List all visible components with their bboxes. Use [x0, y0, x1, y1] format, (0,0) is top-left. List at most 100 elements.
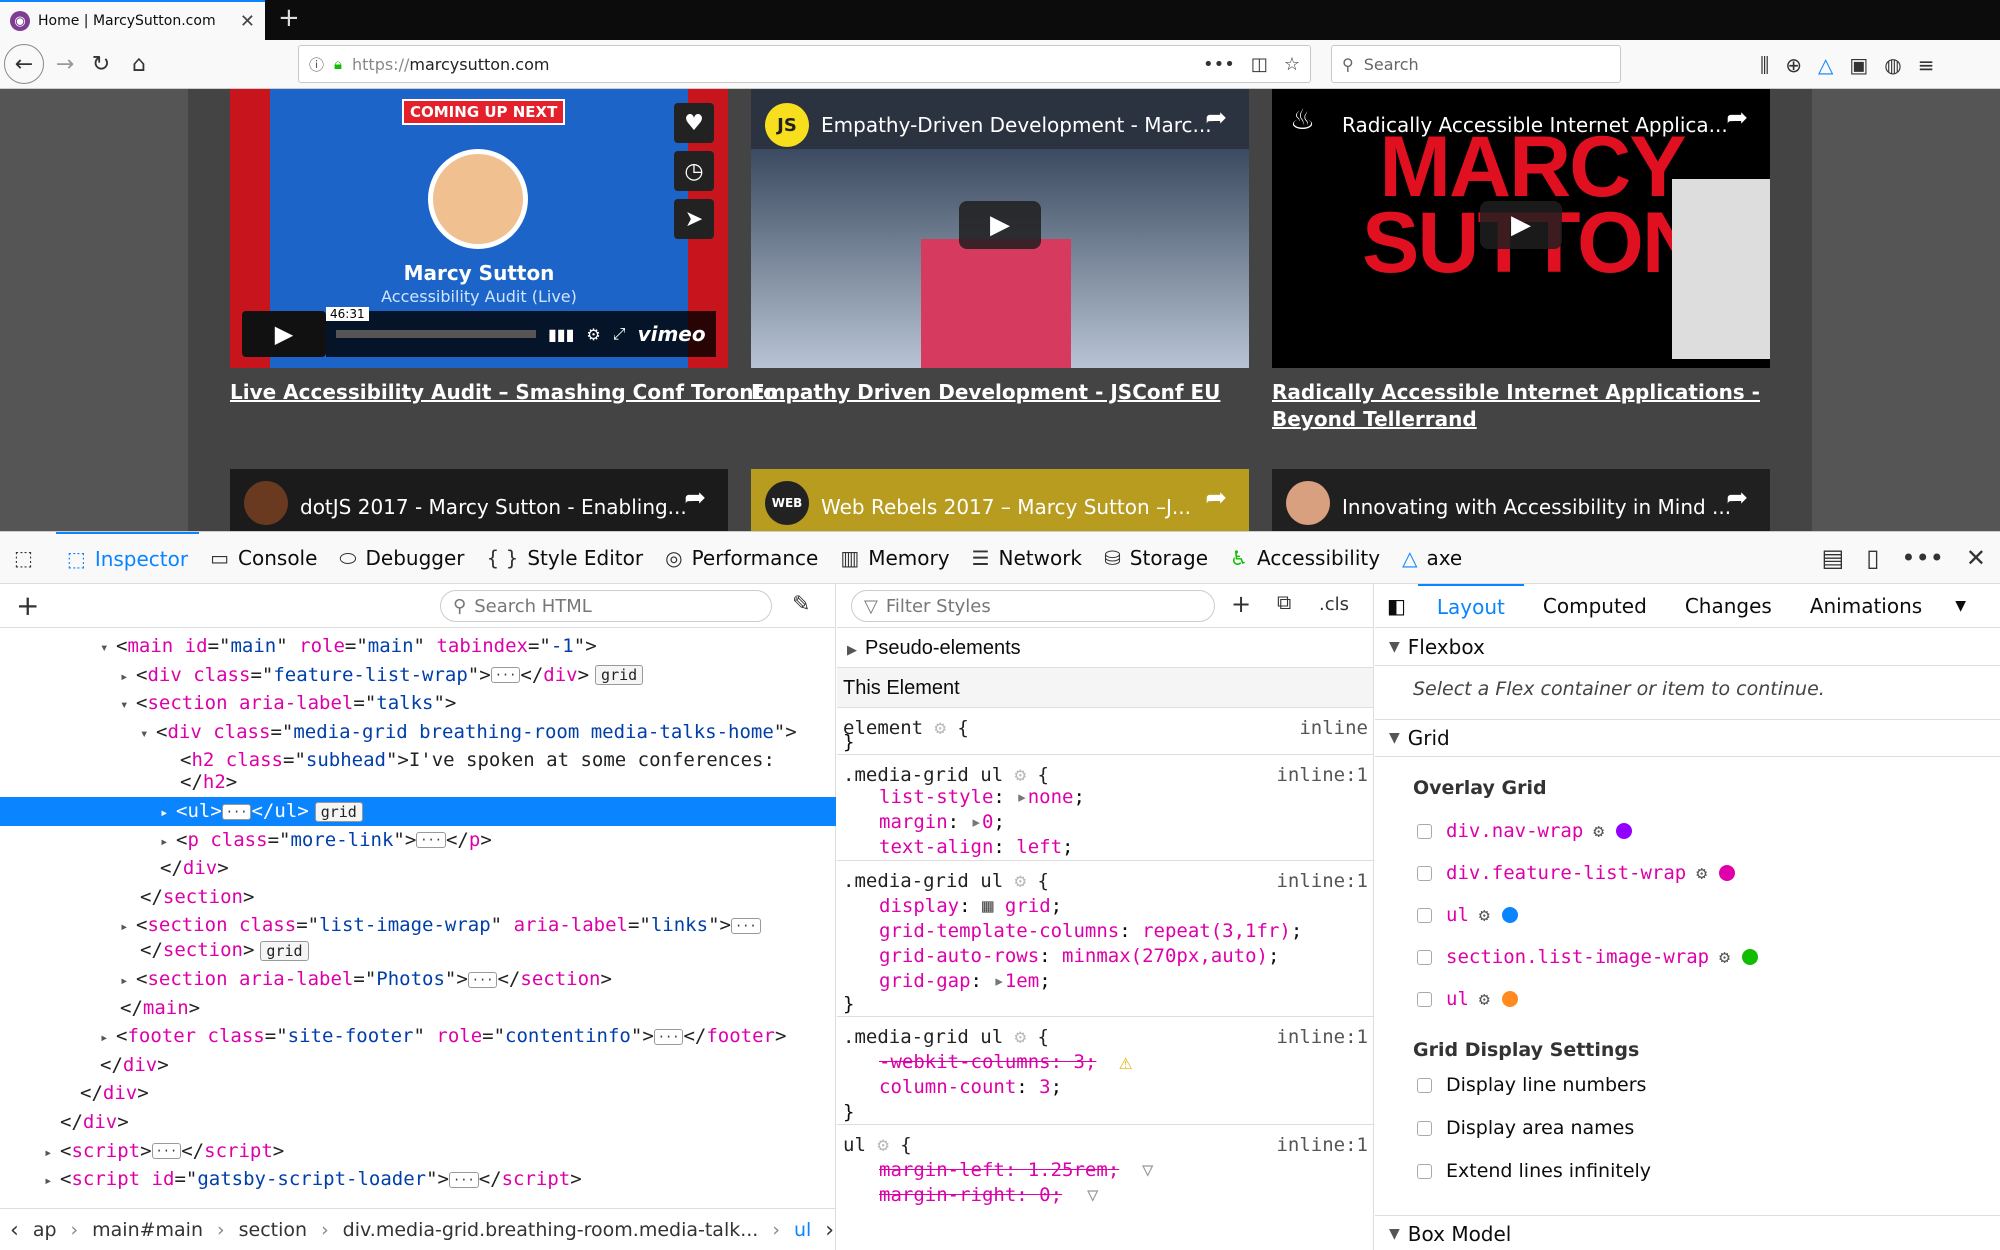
- tab-changes[interactable]: Changes: [1666, 584, 1791, 628]
- new-tab-button[interactable]: +: [278, 3, 300, 33]
- video-embed[interactable]: dotJS 2017 - Marcy Sutton - Enabling... …: [230, 469, 728, 531]
- tab-accessibility[interactable]: ♿ Accessibility: [1219, 532, 1391, 584]
- property-name[interactable]: column-count: [879, 1076, 1016, 1098]
- grid-color-swatch[interactable]: [1616, 823, 1633, 839]
- tab-axe[interactable]: △ axe: [1391, 532, 1473, 584]
- property-name[interactable]: margin-right: [879, 1184, 1016, 1206]
- property-name[interactable]: grid-template-columns: [879, 920, 1119, 942]
- video-title[interactable]: Radically Accessible Internet Applica...: [1342, 113, 1728, 137]
- checkbox[interactable]: [1417, 1163, 1432, 1179]
- tree-line[interactable]: ▾ <main id="main" role="main" tabindex="-…: [0, 632, 836, 661]
- warning-icon[interactable]: ⚠: [1119, 1050, 1132, 1075]
- tab-network[interactable]: ☰ Network: [961, 532, 1093, 584]
- seek-bar[interactable]: [336, 330, 536, 338]
- checkbox[interactable]: [1417, 823, 1432, 839]
- property-name[interactable]: -webkit-columns: [879, 1051, 1051, 1073]
- tree-line[interactable]: ▾ <div class="media-grid breathing-room m…: [0, 718, 836, 747]
- fullscreen-icon[interactable]: ⤢: [613, 324, 626, 344]
- property-name[interactable]: display: [879, 895, 959, 917]
- video-embed[interactable]: COMING UP NEXT Marcy Sutton Accessibilit…: [230, 89, 728, 368]
- property-value[interactable]: 3: [1039, 1076, 1050, 1098]
- close-devtools-icon[interactable]: ✕: [1966, 544, 1986, 572]
- property-name[interactable]: grid-gap: [879, 970, 971, 992]
- close-tab-icon[interactable]: ✕: [240, 11, 255, 32]
- video-title[interactable]: Web Rebels 2017 – Marcy Sutton –J...: [821, 495, 1191, 519]
- home-button[interactable]: ⌂: [124, 40, 154, 89]
- breadcrumb-item[interactable]: section: [239, 1219, 307, 1241]
- tree-line[interactable]: </div>: [0, 1108, 836, 1137]
- filter-styles-input[interactable]: ▽ Filter Styles: [851, 590, 1215, 622]
- property-value[interactable]: 0: [1039, 1184, 1050, 1206]
- cls-button[interactable]: .cls: [1319, 594, 1349, 615]
- tab-layout[interactable]: Layout: [1417, 584, 1524, 628]
- video-embed[interactable]: Innovating with Accessibility in Mind ..…: [1272, 469, 1770, 531]
- property-value[interactable]: 1em: [1005, 970, 1039, 992]
- extension-icon[interactable]: ◍: [1884, 53, 1901, 77]
- search-field[interactable]: ⚲ Search: [1331, 45, 1621, 83]
- breadcrumb-item[interactable]: ap: [33, 1219, 57, 1241]
- back-button[interactable]: ←: [4, 44, 44, 84]
- tree-line[interactable]: ▸ <footer class="site-footer" role="conte…: [0, 1022, 836, 1051]
- highlight-icon[interactable]: ⚙: [1015, 1026, 1026, 1048]
- highlight-icon[interactable]: ⚙: [1479, 989, 1490, 1010]
- video-embed[interactable]: WEB Web Rebels 2017 – Marcy Sutton –J...…: [751, 469, 1249, 531]
- property-value[interactable]: grid: [1005, 895, 1051, 917]
- tree-line[interactable]: ▸ <section aria-label="Photos"> ··· </secti…: [0, 965, 836, 994]
- tree-line[interactable]: ▸ <div class="feature-list-wrap"> ··· </div…: [0, 661, 836, 690]
- eyedropper-icon[interactable]: ✎: [792, 592, 810, 617]
- tab-computed[interactable]: Computed: [1524, 584, 1666, 628]
- chevron-down-icon[interactable]: ▼: [1955, 598, 1966, 614]
- property-value[interactable]: minmax(270px,auto): [1062, 945, 1268, 967]
- highlight-icon[interactable]: ⚙: [1015, 764, 1026, 786]
- rule-media-grid-ul[interactable]: .media-grid ul ⚙ { inline:1 -webkit-colu…: [837, 1017, 1373, 1125]
- breadcrumb-back-icon[interactable]: ‹: [10, 1218, 19, 1243]
- tree-line[interactable]: ▾ <section aria-label="talks">: [0, 689, 836, 718]
- tree-line[interactable]: </section>: [0, 883, 836, 912]
- grid-header[interactable]: ▼ Grid: [1375, 719, 2000, 757]
- grid-color-swatch[interactable]: [1741, 949, 1758, 965]
- dock-options-icon[interactable]: ▤: [1822, 544, 1845, 572]
- checkbox[interactable]: [1417, 1120, 1432, 1136]
- grid-color-swatch[interactable]: [1719, 865, 1736, 881]
- tab-animations[interactable]: Animations: [1791, 584, 1941, 628]
- property-value[interactable]: 0: [982, 811, 993, 833]
- rule-media-grid-ul[interactable]: .media-grid ul ⚙ { inline:1 display: ▦ g…: [837, 861, 1373, 1017]
- checkbox[interactable]: [1417, 1077, 1432, 1093]
- rule-source[interactable]: inline:1: [1276, 869, 1368, 894]
- grid-badge[interactable]: grid: [595, 665, 644, 686]
- tab-style-editor[interactable]: { } Style Editor: [476, 532, 655, 584]
- breadcrumb-forward-icon[interactable]: ›: [825, 1218, 834, 1243]
- video-title[interactable]: Innovating with Accessibility in Mind ..…: [1342, 495, 1731, 519]
- property-value[interactable]: 1.25rem: [1028, 1159, 1108, 1181]
- tree-line[interactable]: </section> grid: [0, 936, 836, 965]
- grid-badge[interactable]: grid: [260, 940, 309, 961]
- print-simulation-icon[interactable]: ⧉: [1277, 590, 1291, 614]
- property-value[interactable]: none: [1028, 786, 1074, 808]
- tree-line[interactable]: </main>: [0, 994, 836, 1023]
- url-bar[interactable]: ⓘ 🔒︎ https://marcysutton.com ••• ◫ ☆: [298, 45, 1311, 83]
- settings-icon[interactable]: ⚙: [586, 325, 600, 344]
- property-value[interactable]: left: [1016, 836, 1062, 858]
- video-embed[interactable]: MARCY SUTTON ♨ Radically Accessible Inte…: [1272, 89, 1770, 368]
- pseudo-elements-header[interactable]: ▶ Pseudo-elements: [837, 628, 1373, 668]
- rule-source[interactable]: inline: [1299, 716, 1368, 741]
- checkbox[interactable]: [1417, 949, 1432, 965]
- checkbox[interactable]: [1417, 991, 1432, 1007]
- tab-performance[interactable]: ◎ Performance: [654, 532, 829, 584]
- tree-line[interactable]: ▸ <script id="gatsby-script-loader"> ··· </…: [0, 1165, 836, 1194]
- library-icon[interactable]: ⫼: [1760, 53, 1769, 77]
- grid-overlay-item[interactable]: ul ⚙: [1417, 904, 1518, 926]
- like-icon[interactable]: ♥: [674, 103, 714, 143]
- rule-source[interactable]: inline:1: [1276, 1025, 1368, 1050]
- tab-inspector[interactable]: ⬚ Inspector: [55, 531, 200, 584]
- highlight-icon[interactable]: ⚙: [935, 717, 946, 739]
- property-name[interactable]: margin-left: [879, 1159, 1005, 1181]
- filter-icon[interactable]: ▽: [1087, 1183, 1098, 1208]
- menu-icon[interactable]: ≡: [1918, 53, 1935, 77]
- bookmark-star-icon[interactable]: ☆: [1284, 54, 1300, 75]
- share-icon[interactable]: ➦: [1726, 103, 1748, 133]
- checkbox[interactable]: [1417, 907, 1432, 923]
- share-icon[interactable]: ➦: [684, 483, 706, 513]
- page-actions-icon[interactable]: •••: [1203, 54, 1235, 75]
- tree-line[interactable]: </div>: [0, 1079, 836, 1108]
